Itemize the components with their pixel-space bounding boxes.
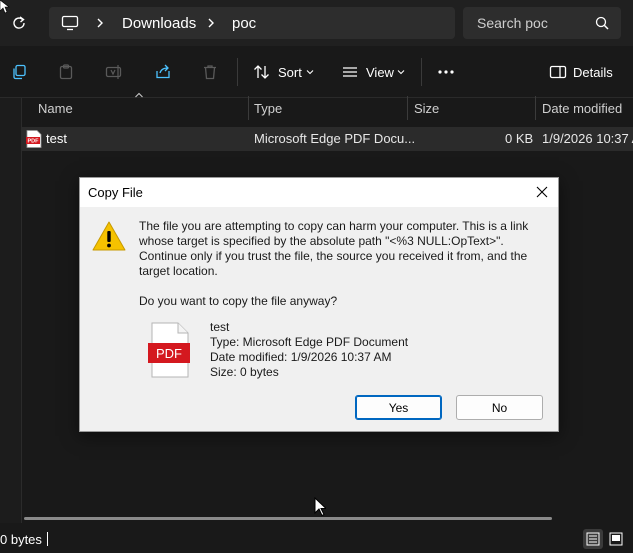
paste-icon xyxy=(59,64,73,80)
copy-icon xyxy=(13,64,26,80)
tiles-view-icon xyxy=(609,532,623,546)
file-info-name: test xyxy=(210,320,230,334)
status-bar xyxy=(0,527,633,553)
dialog-title: Copy File xyxy=(88,185,143,200)
chevron-right-icon[interactable] xyxy=(206,17,216,29)
command-separator xyxy=(237,58,238,86)
details-pane-icon xyxy=(549,65,567,79)
navigation-pane xyxy=(0,98,22,523)
chevron-down-icon[interactable] xyxy=(306,68,314,76)
chevron-down-icon[interactable] xyxy=(397,68,405,76)
paste-button[interactable] xyxy=(56,62,76,82)
status-item-count: 0 bytes xyxy=(0,532,42,547)
file-info-type: Type: Microsoft Edge PDF Document xyxy=(210,335,409,349)
view-icon xyxy=(343,67,357,77)
column-separator[interactable] xyxy=(407,96,408,120)
file-size: 0 KB xyxy=(505,131,534,146)
chevron-right-icon[interactable] xyxy=(95,17,105,29)
close-icon xyxy=(536,186,548,198)
column-header-name[interactable]: Name xyxy=(38,101,73,125)
delete-icon xyxy=(204,65,216,80)
horizontal-scrollbar[interactable] xyxy=(24,517,552,520)
pdf-document-icon: PDF xyxy=(148,322,190,378)
pdf-file-icon: PDF xyxy=(26,130,42,148)
rename-button[interactable] xyxy=(104,62,124,82)
file-info-size: Size: 0 bytes xyxy=(210,365,279,379)
rename-icon xyxy=(105,65,122,79)
file-name[interactable]: test xyxy=(46,131,67,146)
file-info-date: Date modified: 1/9/2026 10:37 AM xyxy=(210,350,392,364)
no-button[interactable]: No xyxy=(456,395,543,420)
more-icon xyxy=(438,70,454,74)
file-details: test Type: Microsoft Edge PDF Document D… xyxy=(210,320,408,380)
search-input[interactable]: Search poc xyxy=(463,7,621,39)
this-pc-icon[interactable] xyxy=(61,15,79,31)
details-view-button[interactable] xyxy=(583,529,603,549)
more-options-button[interactable] xyxy=(436,62,456,82)
sort-ascending-icon xyxy=(135,92,143,98)
share-icon xyxy=(156,64,170,79)
column-header-size[interactable]: Size xyxy=(414,101,439,125)
svg-text:PDF: PDF xyxy=(28,139,40,145)
breadcrumb-item-downloads[interactable]: Downloads xyxy=(122,15,196,32)
view-label[interactable]: View xyxy=(366,65,394,80)
column-separator[interactable] xyxy=(535,96,536,120)
search-placeholder: Search poc xyxy=(477,15,548,31)
copy-button[interactable] xyxy=(9,62,29,82)
dialog-titlebar[interactable]: Copy File xyxy=(80,178,558,207)
breadcrumb-item-poc[interactable]: poc xyxy=(232,15,256,32)
sort-button[interactable] xyxy=(252,62,272,82)
large-icons-view-button[interactable] xyxy=(606,529,626,549)
copy-file-dialog: Copy File The file you are attempting to… xyxy=(79,177,559,432)
column-separator[interactable] xyxy=(248,96,249,120)
warning-icon xyxy=(92,221,126,251)
delete-button[interactable] xyxy=(200,62,220,82)
sort-icon xyxy=(254,65,269,79)
refresh-icon xyxy=(13,16,25,29)
view-button[interactable] xyxy=(340,62,360,82)
mouse-pointer-icon xyxy=(314,497,326,517)
sort-label[interactable]: Sort xyxy=(278,65,302,80)
yes-button[interactable]: Yes xyxy=(355,395,442,420)
file-type: Microsoft Edge PDF Docu... xyxy=(254,131,416,146)
status-separator xyxy=(47,532,48,546)
share-button[interactable] xyxy=(153,62,173,82)
close-button[interactable] xyxy=(532,182,552,202)
details-view-icon xyxy=(586,532,600,546)
column-header-date-modified[interactable]: Date modified xyxy=(542,101,622,125)
command-separator xyxy=(421,58,422,86)
column-header-type[interactable]: Type xyxy=(254,101,282,125)
file-date-modified: 1/9/2026 10:37 AM xyxy=(542,131,633,146)
command-bar xyxy=(0,46,633,98)
dialog-question: Do you want to copy the file anyway? xyxy=(139,294,338,308)
details-label[interactable]: Details xyxy=(573,65,613,80)
search-icon[interactable] xyxy=(595,16,609,30)
dialog-message: The file you are attempting to copy can … xyxy=(139,219,529,278)
refresh-button[interactable] xyxy=(8,12,30,34)
pdf-icon-label: PDF xyxy=(156,346,182,361)
breadcrumb[interactable]: Downloads poc xyxy=(49,7,455,39)
details-pane-button[interactable] xyxy=(548,62,568,82)
